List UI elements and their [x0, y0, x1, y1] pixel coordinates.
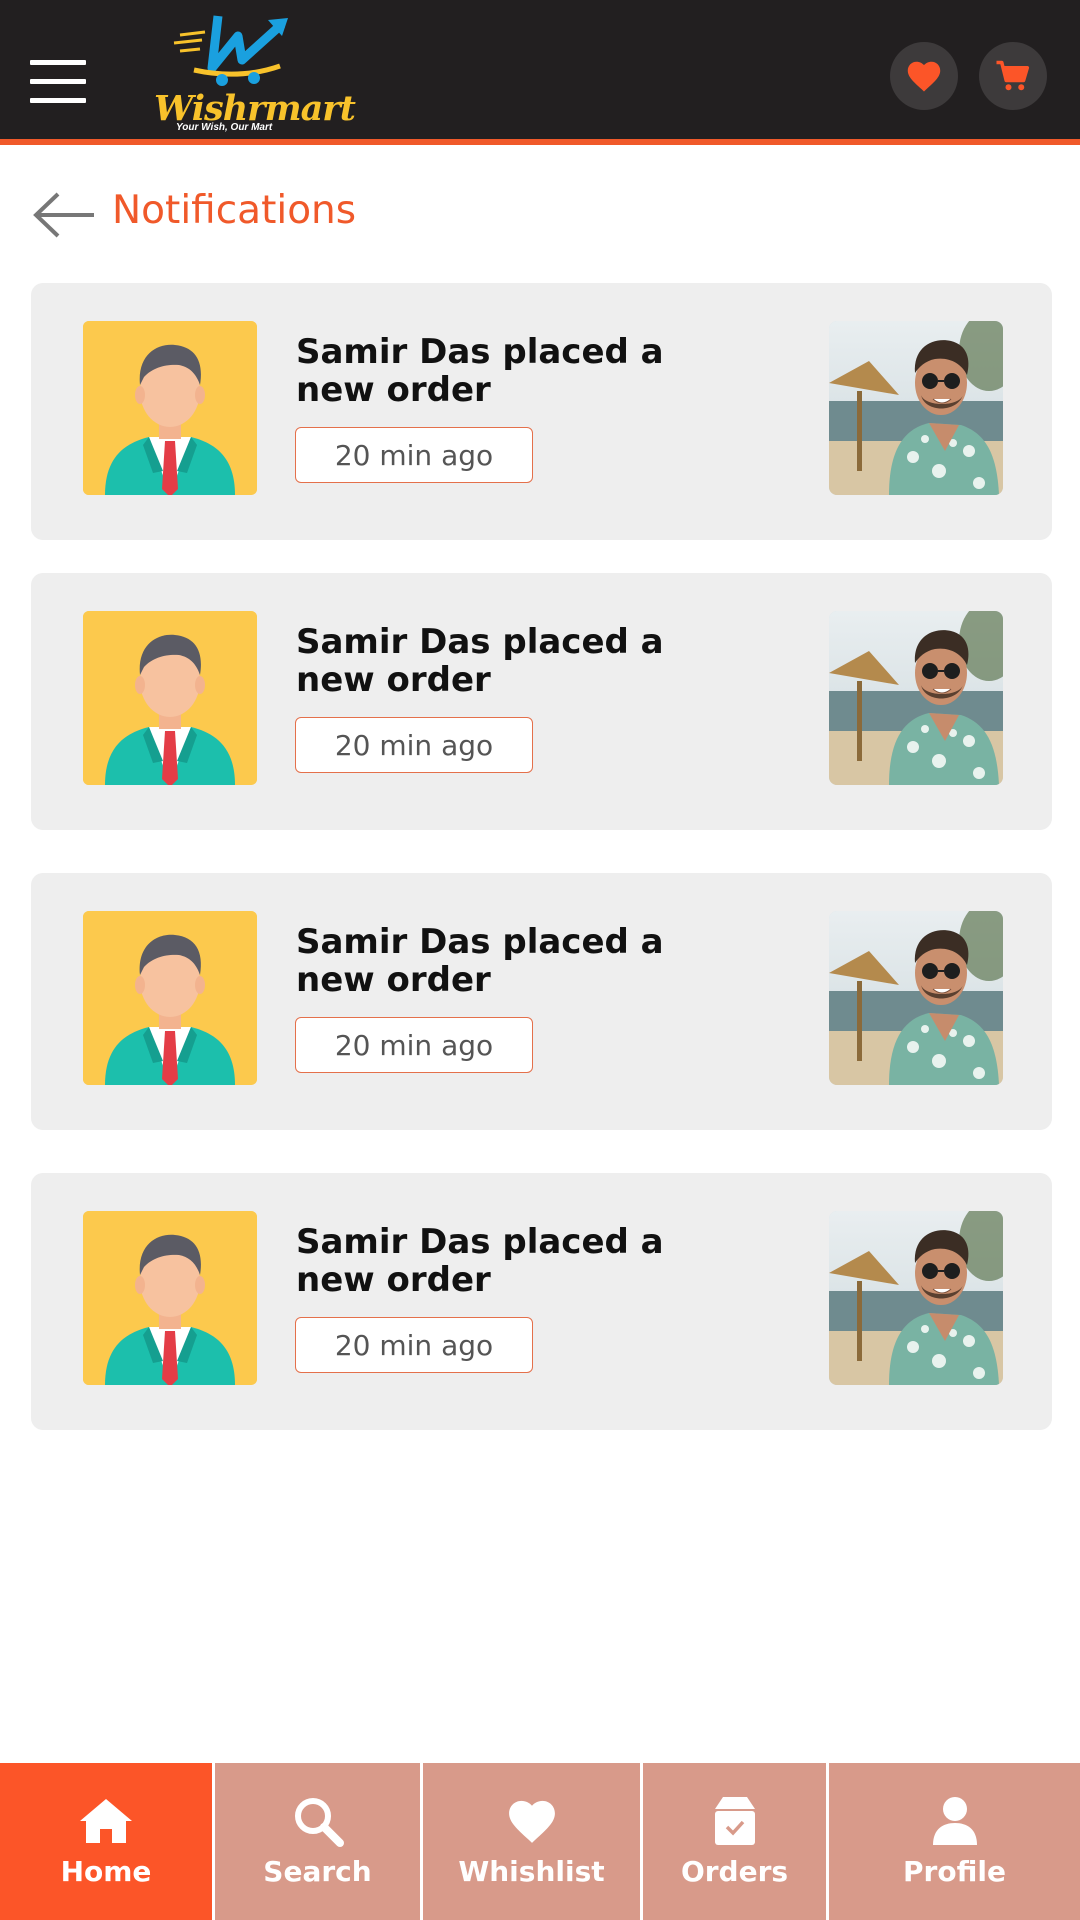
nav-orders[interactable]: Orders — [643, 1763, 826, 1920]
logo-mark-icon — [173, 15, 288, 86]
wishlist-button[interactable] — [890, 42, 958, 110]
app-header: Wishrmart Your Wish, Our Mart — [0, 0, 1080, 145]
notification-card[interactable]: Samir Das placed a new order 20 min ago — [31, 283, 1052, 540]
arrow-left-icon — [33, 192, 94, 238]
package-icon — [707, 1795, 763, 1847]
nav-search-label: Search — [263, 1855, 372, 1888]
heart-icon — [907, 61, 941, 92]
nav-search[interactable]: Search — [215, 1763, 420, 1920]
notification-time-badge: 20 min ago — [295, 1317, 533, 1373]
notification-time-badge: 20 min ago — [295, 427, 533, 483]
user-avatar — [83, 321, 257, 495]
back-button[interactable] — [32, 190, 96, 240]
product-thumbnail[interactable] — [829, 911, 1003, 1085]
brand-tagline: Your Wish, Our Mart — [176, 122, 273, 133]
notification-message: Samir Das placed a new order — [296, 332, 664, 410]
product-thumbnail[interactable] — [829, 321, 1003, 495]
bottom-navigation: Home Search Whishlist Orders Profile — [0, 1763, 1080, 1920]
nav-home[interactable]: Home — [0, 1763, 212, 1920]
nav-home-label: Home — [60, 1855, 152, 1888]
product-thumbnail[interactable] — [829, 1211, 1003, 1385]
user-avatar — [83, 1211, 257, 1385]
page-title: Notifications — [112, 188, 357, 233]
notification-message: Samir Das placed a new order — [296, 622, 664, 700]
search-icon — [290, 1795, 346, 1847]
user-avatar — [83, 611, 257, 785]
nav-wishlist-label: Whishlist — [458, 1855, 605, 1888]
hamburger-menu-icon[interactable] — [30, 60, 86, 104]
nav-wishlist[interactable]: Whishlist — [423, 1763, 640, 1920]
notification-card[interactable]: Samir Das placed a new order 20 min ago — [31, 1173, 1052, 1430]
cart-button[interactable] — [979, 42, 1047, 110]
nav-profile-label: Profile — [903, 1855, 1006, 1888]
product-thumbnail[interactable] — [829, 611, 1003, 785]
notification-time-badge: 20 min ago — [295, 717, 533, 773]
notification-message: Samir Das placed a new order — [296, 1222, 664, 1300]
notification-card[interactable]: Samir Das placed a new order 20 min ago — [31, 573, 1052, 830]
notification-time-badge: 20 min ago — [295, 1017, 533, 1073]
notification-card[interactable]: Samir Das placed a new order 20 min ago — [31, 873, 1052, 1130]
home-icon — [78, 1795, 134, 1847]
user-avatar — [83, 911, 257, 1085]
user-icon — [927, 1795, 983, 1847]
nav-orders-label: Orders — [680, 1855, 789, 1888]
brand-logo[interactable]: Wishrmart Your Wish, Our Mart — [150, 10, 356, 136]
cart-icon — [996, 60, 1030, 91]
notification-message: Samir Das placed a new order — [296, 922, 664, 1000]
heart-icon — [504, 1795, 560, 1847]
nav-profile[interactable]: Profile — [829, 1763, 1080, 1920]
